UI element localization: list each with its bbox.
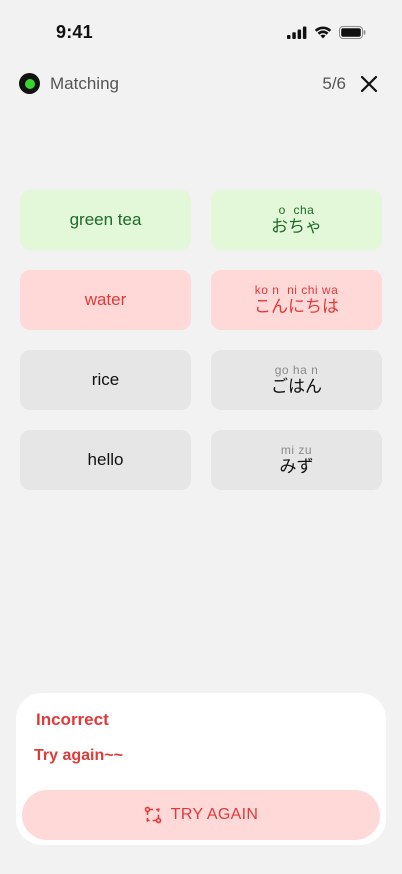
card-english-water[interactable]: water: [20, 270, 191, 330]
card-japanese-konnichiwa[interactable]: ko n ni chi wa こんにちは: [211, 270, 382, 330]
card-kana: おちゃ: [271, 217, 322, 236]
close-icon[interactable]: [358, 73, 380, 95]
lesson-status-indicator: [19, 73, 40, 94]
feedback-sheet: Incorrect Try again~~ TRY AGAIN: [16, 693, 386, 845]
lesson-title: Matching: [50, 74, 119, 93]
card-english-hello[interactable]: hello: [20, 430, 191, 490]
card-kana: こんにちは: [254, 297, 339, 316]
card-word: hello: [87, 450, 124, 469]
card-english-rice[interactable]: rice: [20, 350, 191, 410]
matching-grid: green tea o cha おちゃ water ko n ni chi wa…: [20, 190, 382, 490]
status-time: 9:41: [56, 22, 93, 42]
card-word: water: [84, 290, 127, 309]
status-bar: 9:41: [0, 0, 402, 60]
card-reading: mi zu: [280, 443, 313, 457]
card-japanese-ocha[interactable]: o cha おちゃ: [211, 190, 382, 250]
card-reading: go ha n: [274, 363, 319, 377]
card-english-green-tea[interactable]: green tea: [20, 190, 191, 250]
card-japanese-gohan[interactable]: go ha n ごはん: [211, 350, 382, 410]
try-again-button[interactable]: TRY AGAIN: [22, 790, 380, 840]
wifi-icon: [314, 26, 332, 38]
feedback-title: Incorrect: [36, 710, 109, 729]
card-word: green tea: [69, 210, 142, 229]
feedback-message: Try again~~: [34, 747, 123, 764]
card-reading: ko n ni chi wa: [254, 283, 339, 297]
card-kana: みず: [279, 457, 314, 476]
card-kana: ごはん: [271, 377, 322, 396]
battery-icon: [339, 25, 366, 39]
retry-icon: [144, 806, 162, 824]
lesson-header: Matching 5/6: [0, 64, 402, 104]
lesson-progress: 5/6: [322, 74, 346, 93]
status-icons: [287, 24, 366, 40]
card-reading: o cha: [278, 203, 315, 217]
try-again-label: TRY AGAIN: [170, 806, 259, 823]
card-japanese-mizu[interactable]: mi zu みず: [211, 430, 382, 490]
card-word: rice: [91, 370, 120, 389]
cellular-signal-icon: [287, 26, 307, 39]
